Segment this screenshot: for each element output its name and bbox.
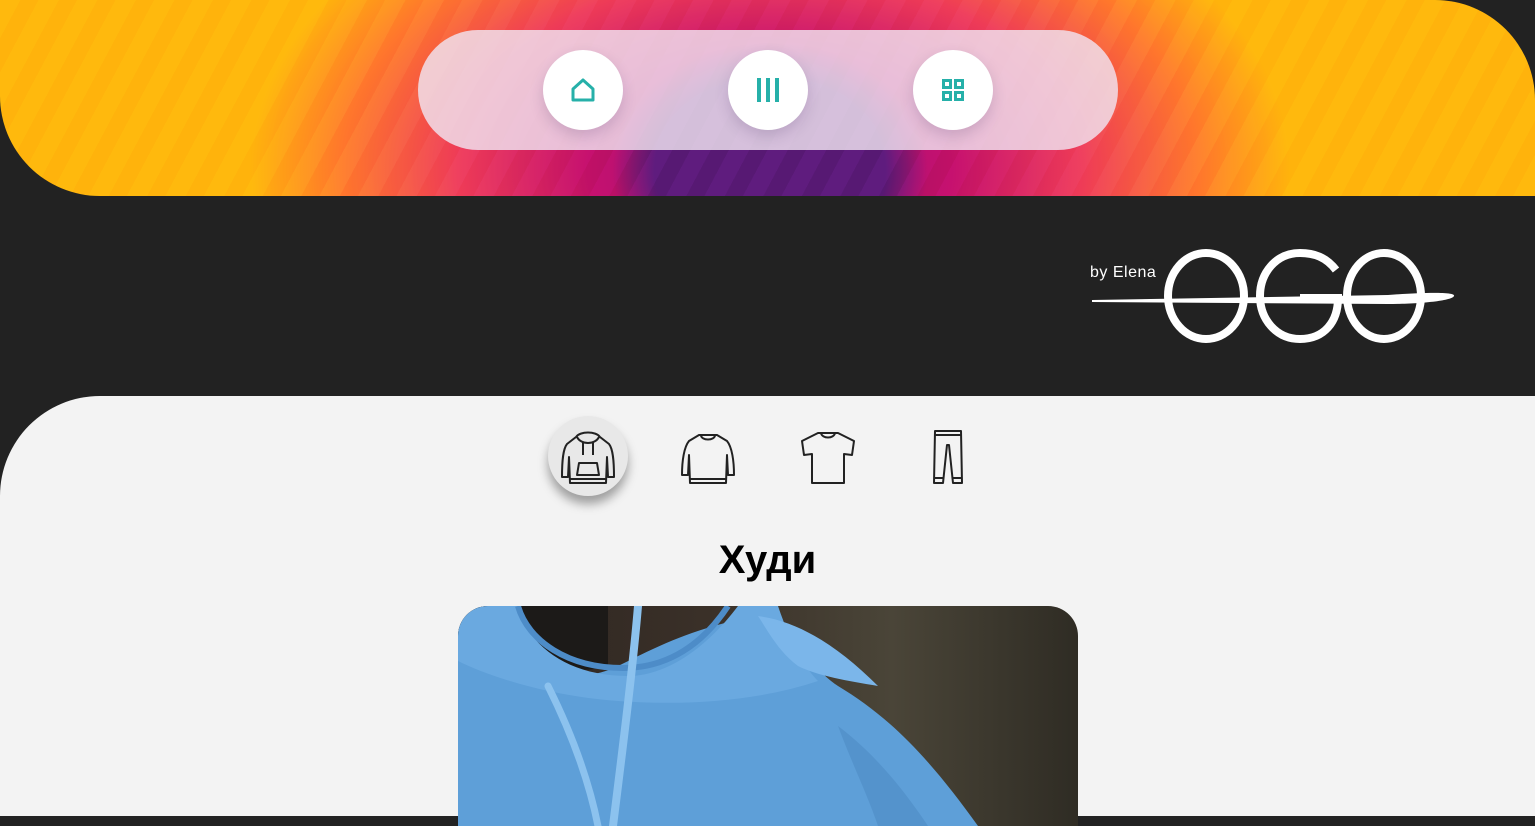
- product-photo[interactable]: [458, 606, 1078, 826]
- grid-icon: [942, 79, 964, 101]
- home-button[interactable]: [543, 50, 623, 130]
- hero-banner: [0, 0, 1535, 196]
- menu-columns-icon: [757, 78, 779, 102]
- top-navigation: [418, 30, 1118, 150]
- sweatshirt-icon: [681, 434, 735, 484]
- section-title: Худи: [718, 538, 817, 582]
- catalog-button[interactable]: [728, 50, 808, 130]
- content-panel: Худи: [0, 396, 1535, 826]
- hoodie-photo-illustration: [458, 606, 978, 826]
- ego-logo-mark: [1092, 248, 1455, 344]
- category-tshirts[interactable]: [788, 416, 868, 496]
- category-hoodies[interactable]: [548, 416, 628, 496]
- home-icon: [571, 78, 595, 102]
- grid-button[interactable]: [913, 50, 993, 130]
- category-pants[interactable]: [908, 416, 988, 496]
- pants-icon: [933, 430, 963, 484]
- category-sweatshirts[interactable]: [668, 416, 748, 496]
- hoodie-icon: [561, 431, 615, 484]
- brand-logo[interactable]: by Elena: [1088, 248, 1458, 346]
- tshirt-icon: [801, 432, 855, 484]
